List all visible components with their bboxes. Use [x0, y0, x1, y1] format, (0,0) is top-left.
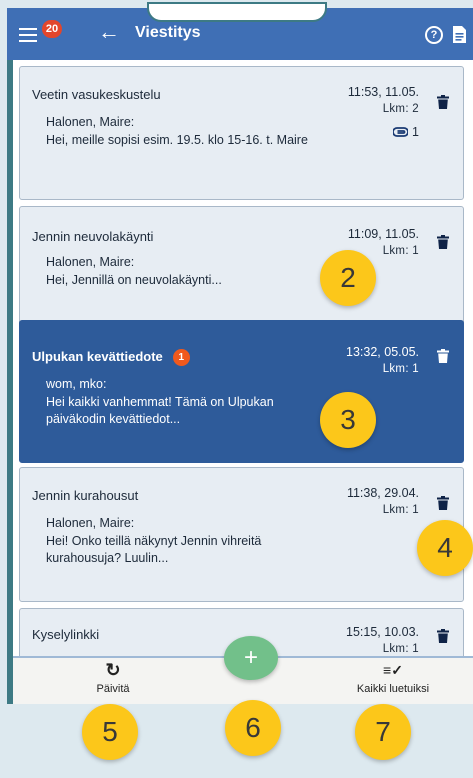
message-count: Lkm: 1	[382, 245, 419, 257]
delete-button[interactable]	[437, 496, 449, 510]
message-time: 11:38, 29.04.	[346, 486, 419, 500]
arrow-left-icon: ←	[98, 19, 120, 44]
message-sender: Halonen, Maire:	[46, 516, 135, 530]
document-button[interactable]	[452, 25, 467, 44]
trash-icon	[437, 95, 449, 109]
message-preview: Hei, meille sopisi esim. 19.5. klo 15-16…	[46, 133, 308, 147]
delete-button[interactable]	[437, 629, 449, 643]
message-time: 11:09, 11.05.	[347, 227, 419, 241]
unread-badge: 1	[172, 349, 190, 366]
mark-all-read-button[interactable]: ≡✓ Kaikki luetuiksi	[333, 658, 453, 704]
delete-button[interactable]	[437, 235, 449, 249]
message-card[interactable]: Jennin kurahousut Halonen, Maire: Hei! O…	[19, 467, 464, 602]
callout-marker: 4	[417, 520, 473, 576]
callout-marker: 5	[82, 704, 138, 760]
message-subject: Jennin kurahousut	[32, 488, 139, 503]
message-list[interactable]: Veetin vasukeskustelu Halonen, Maire: He…	[13, 60, 473, 656]
message-count: Lkm: 1	[382, 504, 419, 516]
message-card-selected[interactable]: Ulpukan kevättiedote 1 wom, mko: Hei kaik…	[19, 320, 464, 463]
refresh-label: Päivitä	[96, 683, 130, 695]
callout-marker: 6	[225, 700, 281, 756]
trash-icon	[437, 629, 449, 643]
message-subject-text: Ulpukan kevättiedote	[32, 349, 163, 364]
message-time: 11:53, 11.05.	[347, 85, 419, 99]
checklist-icon: ≡✓	[383, 662, 403, 678]
message-subject: Jennin neuvolakäynti	[32, 229, 154, 244]
page-title: Viestitys	[135, 24, 201, 41]
trash-icon	[437, 496, 449, 510]
message-time: 13:32, 05.05.	[346, 345, 419, 359]
delete-button[interactable]	[437, 95, 449, 109]
help-circle-icon: ?	[430, 29, 438, 41]
refresh-button[interactable]: ↻ Päivitä	[73, 658, 153, 704]
message-preview: Hei kaikki vanhemmat! Tämä on Ulpukan pä…	[46, 395, 274, 426]
message-count: Lkm: 1	[382, 643, 419, 655]
document-icon	[453, 26, 466, 43]
attachment-count: 1	[412, 125, 419, 139]
menu-button[interactable]: 20	[17, 20, 62, 46]
frame-tab	[147, 2, 327, 22]
message-count: Lkm: 1	[382, 363, 419, 375]
mark-all-read-label: Kaikki luetuiksi	[356, 683, 430, 695]
message-preview: Hei! Onko teillä näkynyt Jennin vihreitä…	[46, 534, 262, 565]
message-time: 15:15, 10.03.	[346, 625, 419, 639]
message-sender: wom, mko:	[46, 377, 107, 391]
trash-icon	[437, 235, 449, 249]
trash-icon	[437, 349, 449, 363]
back-button[interactable]: ←	[98, 20, 120, 44]
plus-icon: +	[243, 644, 258, 671]
message-sender: Halonen, Maire:	[46, 115, 135, 129]
callout-marker: 2	[320, 250, 376, 306]
attachment-indicator: 1	[392, 125, 419, 139]
message-subject: Veetin vasukeskustelu	[32, 87, 161, 102]
refresh-icon: ↻	[105, 660, 121, 680]
message-count: Lkm: 2	[382, 103, 419, 115]
callout-marker: 7	[355, 704, 411, 760]
message-card[interactable]: Veetin vasukeskustelu Halonen, Maire: He…	[19, 66, 464, 200]
help-button[interactable]: ?	[425, 26, 443, 44]
message-sender: Halonen, Maire:	[46, 255, 135, 269]
delete-button[interactable]	[437, 349, 449, 363]
callout-marker: 3	[320, 392, 376, 448]
notification-badge: 20	[42, 20, 62, 38]
message-preview: Hei, Jennillä on neuvolakäynti...	[46, 273, 222, 287]
message-subject: Kyselylinkki	[32, 627, 100, 642]
add-message-button[interactable]: +	[224, 636, 278, 680]
paperclip-icon	[392, 127, 409, 137]
message-subject: Ulpukan kevättiedote 1	[32, 349, 190, 366]
